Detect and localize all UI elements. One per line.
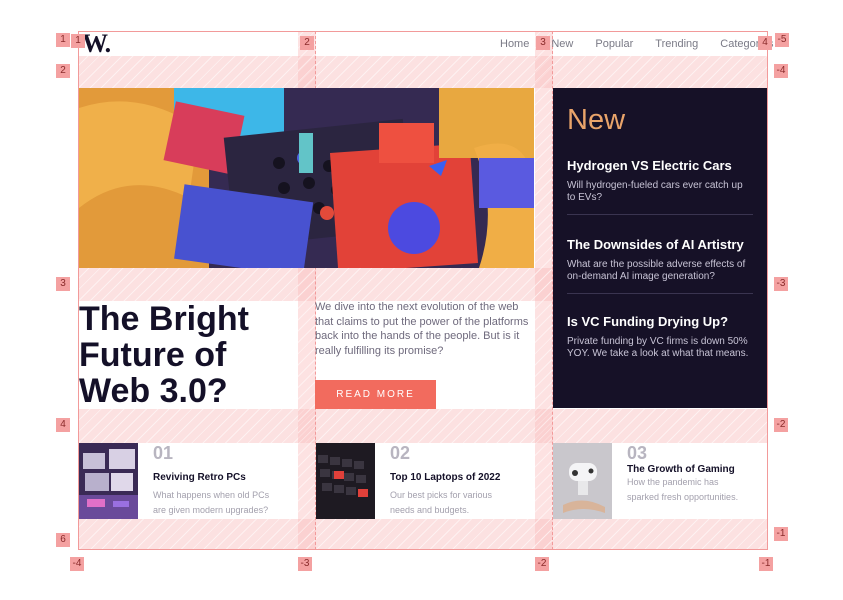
article-card-gaming[interactable]: 03 The Growth of Gaming How the pandemic… xyxy=(553,443,767,519)
article-thumbnail[interactable] xyxy=(79,443,138,519)
grid-label-top: -5 xyxy=(775,33,789,47)
hero-headline: The Bright Future of Web 3.0? xyxy=(79,300,249,410)
article-title[interactable]: The Growth of Gaming xyxy=(627,464,735,475)
article-number: 02 xyxy=(390,443,411,463)
article-card-retro-pcs[interactable]: 01 Reviving Retro PCs What happens when … xyxy=(79,443,299,519)
article-title[interactable]: Top 10 Laptops of 2022 xyxy=(390,472,500,483)
retro-pc-image xyxy=(79,443,138,519)
nav-popular[interactable]: Popular xyxy=(595,38,633,50)
side-panel-title: New xyxy=(567,104,626,136)
side-article-title[interactable]: The Downsides of AI Artistry xyxy=(567,237,753,252)
grid-label-top: 4 xyxy=(758,36,772,50)
grid-label-right: -2 xyxy=(774,418,788,432)
article-card-laptops[interactable]: 02 Top 10 Laptops of 2022 Our best picks… xyxy=(316,443,535,519)
new-articles-panel: New Hydrogen VS Electric Cars Will hydro… xyxy=(553,88,767,408)
grid-label-left: 1 xyxy=(56,33,70,47)
grid-label-bottom: -1 xyxy=(759,557,773,571)
grid-label-bottom: -2 xyxy=(535,557,549,571)
hero-image[interactable] xyxy=(79,88,534,268)
hero-intro: We dive into the next evolution of the w… xyxy=(315,301,529,357)
side-article-title[interactable]: Is VC Funding Drying Up? xyxy=(567,314,753,329)
side-article-desc: Private funding by VC firms is down 50% … xyxy=(567,336,749,359)
grid-label-top: 1 xyxy=(71,34,85,48)
side-article-hydrogen[interactable]: Hydrogen VS Electric Cars Will hydrogen-… xyxy=(567,158,753,215)
game-controller-image xyxy=(553,443,612,519)
article-thumbnail[interactable] xyxy=(316,443,375,519)
read-more-button[interactable]: READ MORE xyxy=(315,380,436,409)
grid-label-top: 3 xyxy=(536,36,550,50)
keyboard-image xyxy=(316,443,375,519)
grid-label-bottom: -4 xyxy=(70,557,84,571)
side-article-vc-funding[interactable]: Is VC Funding Drying Up? Private funding… xyxy=(567,314,753,370)
grid-label-top: 2 xyxy=(300,36,314,50)
grid-label-left: 3 xyxy=(56,277,70,291)
site-logo[interactable]: W. xyxy=(82,29,111,59)
hero-illustration xyxy=(79,88,534,268)
article-desc: What happens when old PCs are given mode… xyxy=(153,490,270,515)
article-thumbnail[interactable] xyxy=(553,443,612,519)
side-article-desc: Will hydrogen-fueled cars ever catch up … xyxy=(567,180,743,203)
side-article-desc: What are the possible adverse effects of… xyxy=(567,259,746,282)
nav-trending[interactable]: Trending xyxy=(655,38,698,50)
article-desc: Our best picks for various needs and bud… xyxy=(390,490,493,515)
article-number: 03 xyxy=(627,443,648,463)
grid-label-left: 2 xyxy=(56,64,70,78)
grid-label-left: 6 xyxy=(56,533,70,547)
article-desc: How the pandemic has sparked fresh oppor… xyxy=(627,477,739,502)
grid-label-bottom: -3 xyxy=(298,557,312,571)
article-number: 01 xyxy=(153,443,174,463)
nav-home[interactable]: Home xyxy=(500,38,529,50)
grid-label-right: -1 xyxy=(774,527,788,541)
grid-label-right: -3 xyxy=(774,277,788,291)
grid-label-right: -4 xyxy=(774,64,788,78)
side-article-title[interactable]: Hydrogen VS Electric Cars xyxy=(567,158,753,173)
grid-label-left: 4 xyxy=(56,418,70,432)
side-article-ai-artistry[interactable]: The Downsides of AI Artistry What are th… xyxy=(567,237,753,294)
nav-new[interactable]: New xyxy=(551,38,573,50)
article-title[interactable]: Reviving Retro PCs xyxy=(153,472,246,483)
